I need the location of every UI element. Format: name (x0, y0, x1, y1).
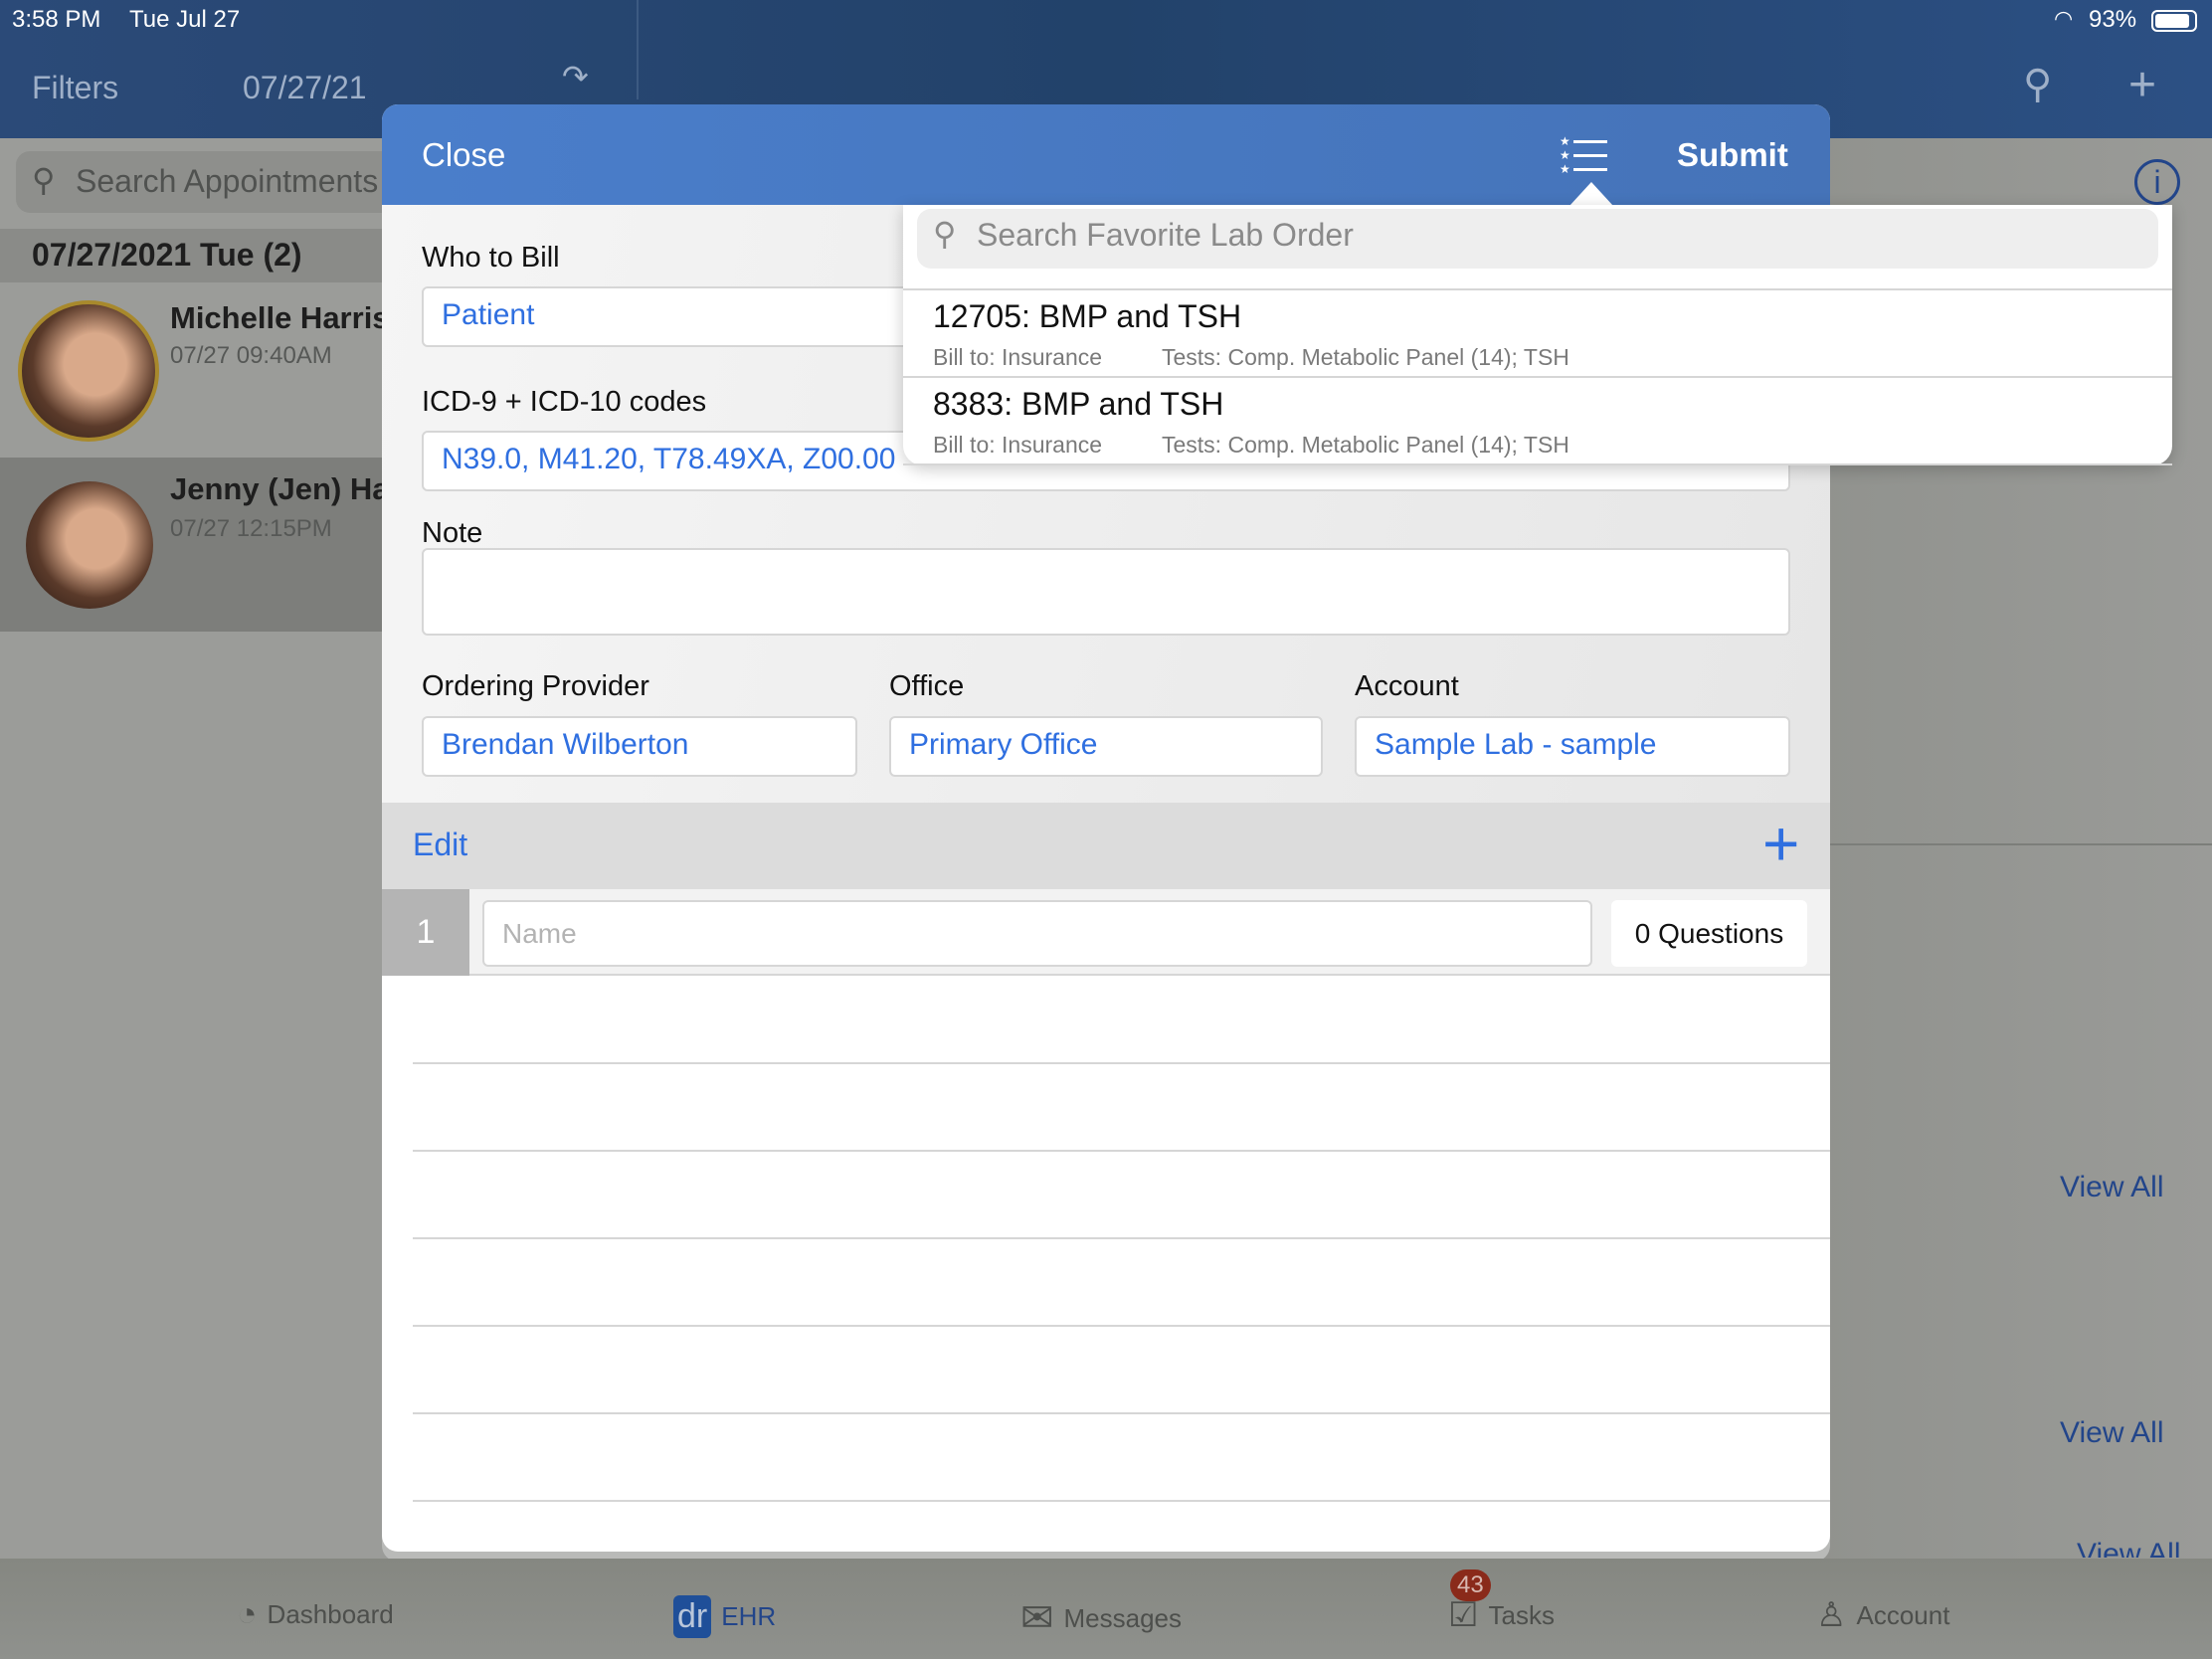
avatar (26, 481, 153, 609)
date-picker[interactable]: 07/27/21 (243, 70, 367, 106)
divider (413, 1237, 1830, 1239)
patient-name: Michelle Harris (170, 300, 390, 335)
office-field[interactable]: Primary Office (889, 716, 1323, 777)
divider (637, 0, 639, 99)
view-all-link[interactable]: View All (2077, 1538, 2181, 1558)
edit-button[interactable]: Edit (413, 827, 467, 863)
appointment-search-input[interactable]: ⚲ Search Appointments (16, 151, 414, 213)
search-icon[interactable]: ⚲ (2023, 62, 2052, 107)
filters-button[interactable]: Filters (32, 70, 118, 106)
search-placeholder: Search Favorite Lab Order (977, 217, 1354, 253)
refresh-icon[interactable]: ↷ (562, 58, 589, 95)
divider (413, 1150, 1830, 1152)
order-tests: Tests: Comp. Metabolic Panel (14); TSH (1162, 432, 1569, 458)
status-date: Tue Jul 27 (129, 6, 241, 33)
tab-label: EHR (721, 1601, 777, 1631)
order-title: 12705: BMP and TSH (933, 298, 1242, 334)
battery-icon (2151, 10, 2197, 32)
office-label: Office (889, 670, 965, 702)
order-tests: Tests: Comp. Metabolic Panel (14); TSH (1162, 344, 1569, 370)
search-icon: ⚲ (933, 216, 957, 252)
envelope-icon: ✉ (1020, 1596, 1054, 1640)
popover-arrow (1569, 182, 1613, 206)
divider (413, 1412, 1830, 1414)
divider (413, 1325, 1830, 1327)
favorite-order-item[interactable]: 12705: BMP and TSH Bill to: Insurance Te… (903, 288, 2172, 376)
note-label: Note (422, 517, 483, 549)
divider (413, 1062, 1830, 1064)
view-all-link[interactable]: View All (2060, 1416, 2164, 1450)
row-number: 1 (382, 889, 469, 976)
add-icon[interactable]: + (2128, 58, 2156, 112)
tab-account[interactable]: ♙ Account (1816, 1595, 1949, 1635)
wifi-icon: ◠ (2054, 6, 2074, 31)
appointment-time: 07/27 12:15PM (170, 515, 332, 542)
favorites-list-icon[interactable]: ★ ★ ★ (1560, 134, 1611, 176)
ordering-provider-field[interactable]: Brendan Wilberton (422, 716, 857, 777)
divider (1830, 843, 2212, 845)
note-field[interactable] (422, 548, 1790, 636)
submit-button[interactable]: Submit (1677, 136, 1788, 174)
test-name-input[interactable]: Name (482, 900, 1592, 967)
modal-header: Close ★ ★ ★ Submit (382, 104, 1830, 206)
status-time: 3:58 PM (12, 6, 101, 33)
ordering-provider-label: Ordering Provider (422, 670, 649, 702)
appointment-time: 07/27 09:40AM (170, 342, 332, 369)
tab-ehr[interactable]: dr EHR (673, 1595, 776, 1638)
favorite-search-input[interactable]: ⚲ Search Favorite Lab Order (917, 209, 2158, 269)
favorite-order-item[interactable]: 8383: BMP and TSH Bill to: Insurance Tes… (903, 376, 2172, 465)
account-label: Account (1355, 670, 1459, 702)
patient-name: Jenny (Jen) Ha (170, 471, 390, 506)
close-button[interactable]: Close (422, 136, 505, 174)
tab-label: Account (1856, 1599, 1950, 1630)
battery-percent: 93% (2089, 6, 2137, 33)
gauge-icon: ◔ (237, 1595, 258, 1633)
person-icon: ♙ (1816, 1596, 1847, 1634)
tab-label: Messages (1063, 1602, 1183, 1633)
add-test-icon[interactable]: + (1762, 807, 1799, 880)
questions-button[interactable]: 0 Questions (1611, 900, 1807, 967)
account-field[interactable]: Sample Lab - sample (1355, 716, 1790, 777)
avatar (18, 300, 159, 442)
info-icon[interactable]: i (2134, 159, 2180, 205)
search-placeholder: Search Appointments (76, 163, 379, 199)
test-row: 1 Name 0 Questions (382, 889, 1830, 976)
dr-logo-icon: dr (673, 1595, 712, 1638)
search-icon: ⚲ (32, 162, 56, 198)
tab-tasks[interactable]: ☑ Tasks 43 (1448, 1569, 1555, 1635)
tab-messages[interactable]: ✉ Messages (1020, 1595, 1182, 1641)
order-title: 8383: BMP and TSH (933, 386, 1224, 422)
favorite-lab-order-popover: ⚲ Search Favorite Lab Order 12705: BMP a… (903, 205, 2172, 465)
icd-codes-label: ICD-9 + ICD-10 codes (422, 386, 707, 418)
order-bill-to: Bill to: Insurance (933, 344, 1103, 370)
tests-toolbar: Edit + (382, 803, 1830, 889)
checklist-icon: ☑ (1448, 1596, 1479, 1634)
view-all-link[interactable]: View All (2060, 1171, 2164, 1204)
divider (413, 1500, 1830, 1502)
order-bill-to: Bill to: Insurance (933, 432, 1103, 458)
who-to-bill-label: Who to Bill (422, 242, 560, 274)
tasks-badge: 43 (1450, 1569, 1491, 1601)
tab-dashboard[interactable]: ◔ Dashboard (237, 1595, 394, 1634)
tab-label: Tasks (1488, 1599, 1555, 1630)
tab-label: Dashboard (267, 1599, 394, 1629)
tab-bar: ◔ Dashboard dr EHR ✉ Messages ☑ Tasks 43 ♙ Ac… (0, 1559, 2212, 1659)
